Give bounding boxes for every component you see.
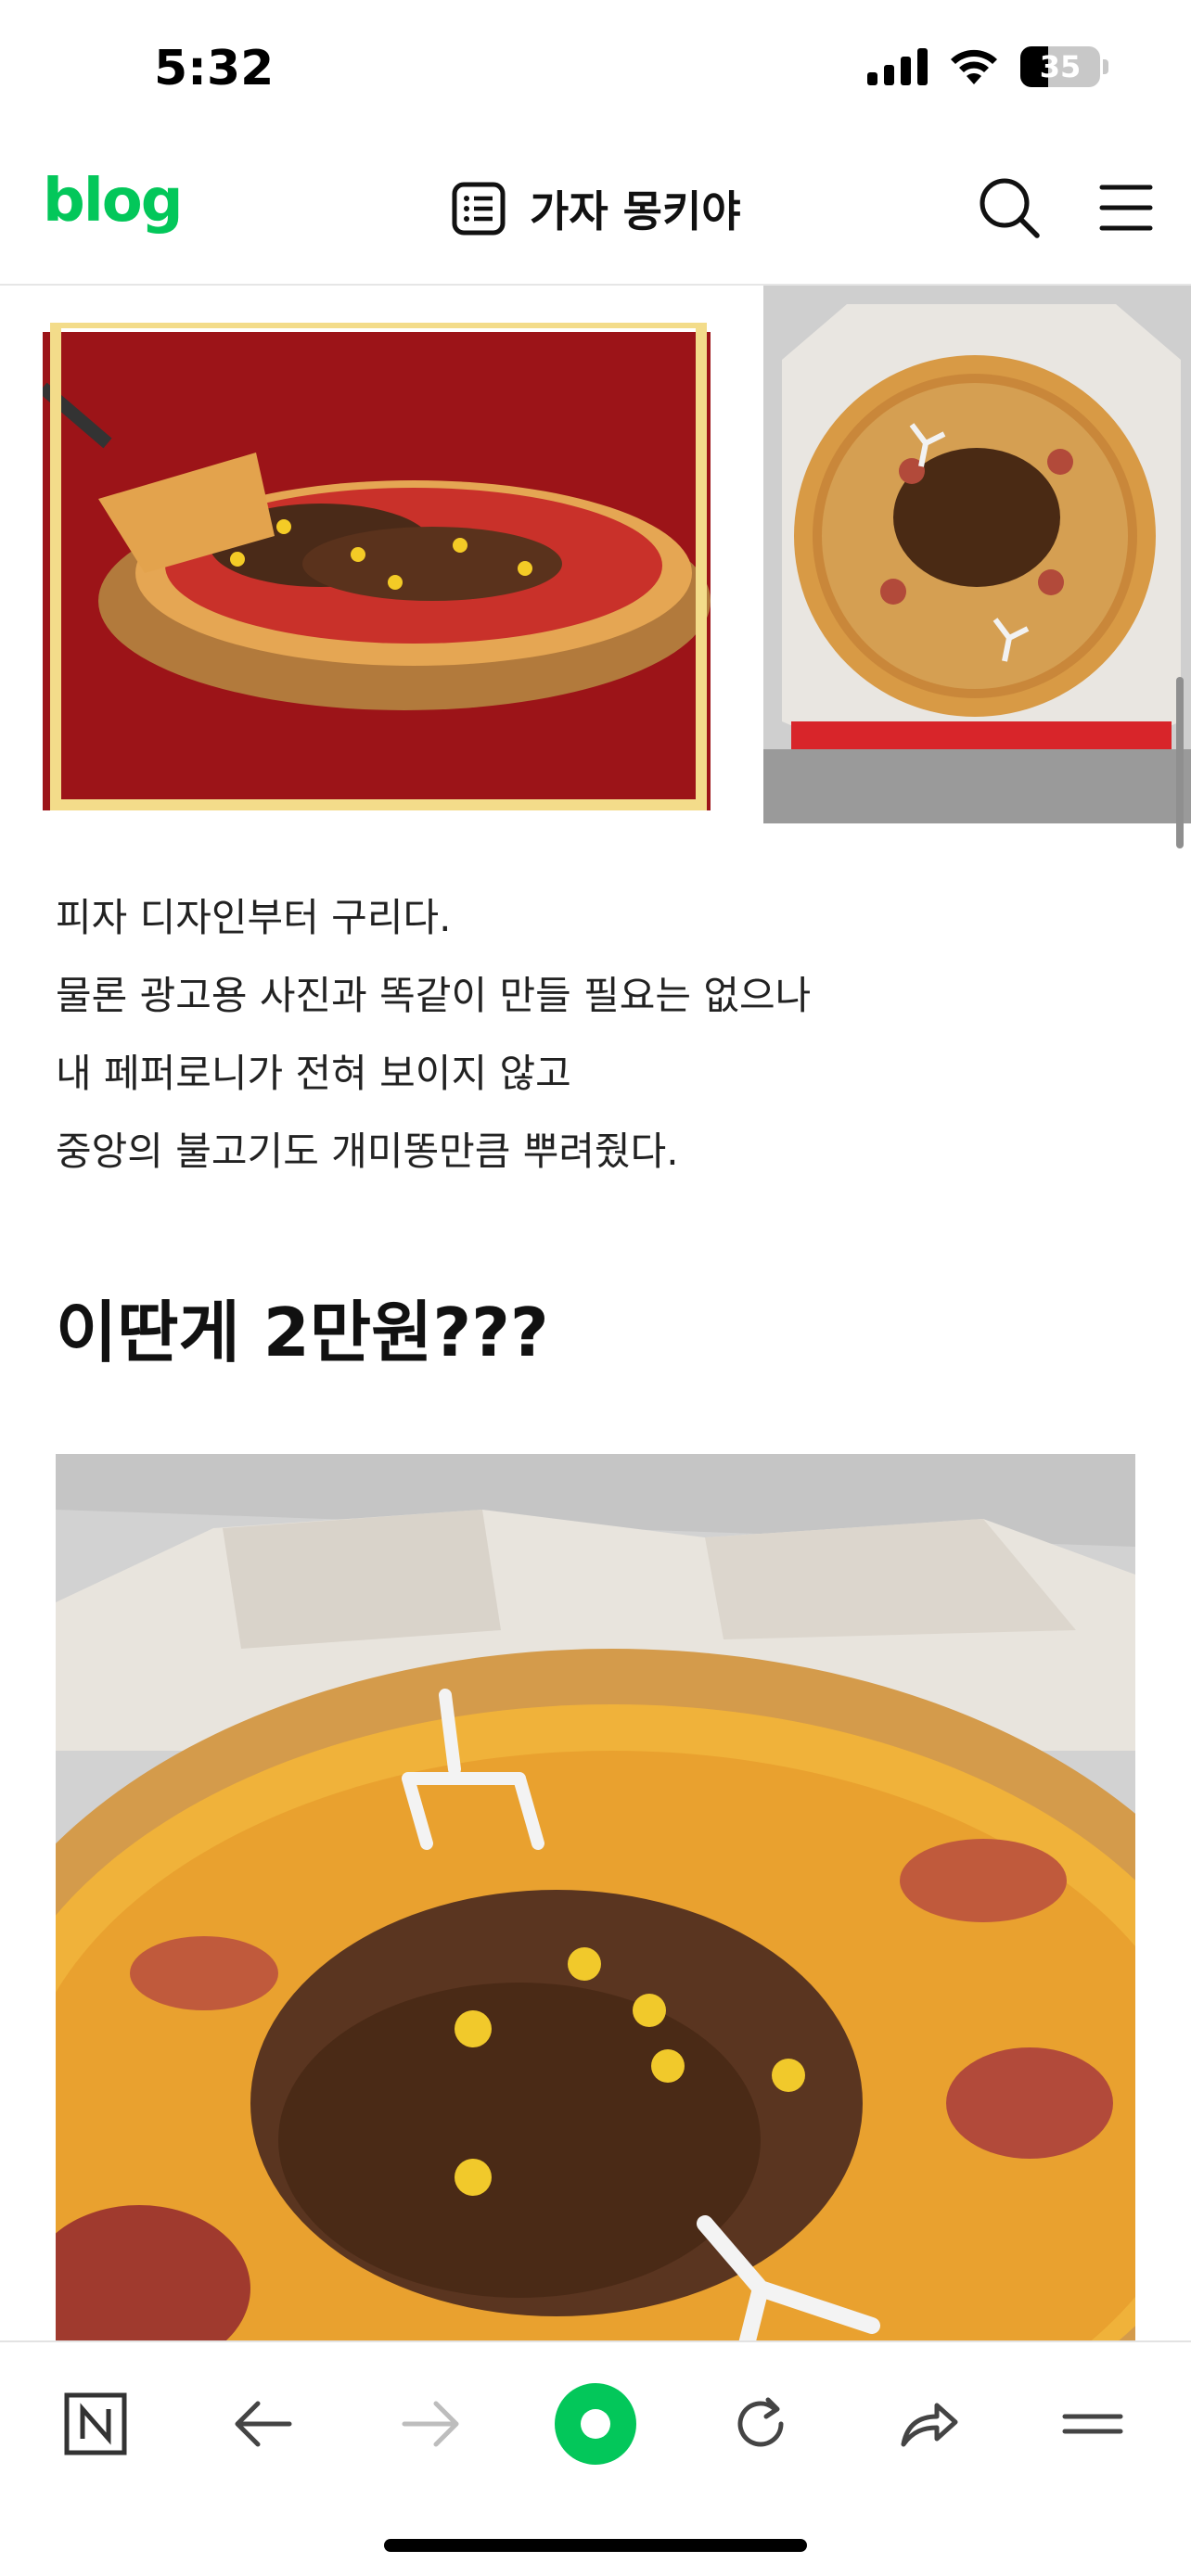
search-icon[interactable]: [976, 174, 1043, 241]
blog-title: 가자 몽키야: [530, 186, 741, 236]
forward-button[interactable]: [386, 2379, 475, 2468]
signal-icon: [867, 48, 928, 85]
blog-logo[interactable]: blog: [43, 167, 184, 236]
home-indicator: [384, 2539, 807, 2552]
more-menu-icon: [1062, 2414, 1123, 2434]
green-dot-button[interactable]: [551, 2379, 640, 2468]
back-button[interactable]: [219, 2379, 308, 2468]
post-headline: 이딴게 2만원???: [56, 1294, 549, 1371]
paragraph-line: 피자 디자인부터 구리다.: [56, 895, 452, 940]
status-bar: 5:32 35: [0, 0, 1191, 139]
blog-title-button[interactable]: 가자 몽키야: [450, 178, 741, 239]
menu-icon[interactable]: [1093, 174, 1159, 241]
wifi-icon: [951, 49, 997, 84]
post-paragraph: 피자 디자인부터 구리다. 물론 광고용 사진과 똑같이 만들 필요는 없으나 …: [56, 879, 811, 1191]
battery-icon: 35: [1020, 46, 1108, 87]
status-time: 5:32: [154, 41, 275, 96]
share-icon: [901, 2403, 958, 2447]
battery-percent: 35: [1039, 49, 1082, 84]
refresh-button[interactable]: [716, 2379, 805, 2468]
status-icons: 35: [867, 46, 1108, 87]
post-content: 피자 디자인부터 구리다. 물론 광고용 사진과 똑같이 만들 필요는 없으나 …: [0, 286, 1191, 2340]
naver-button[interactable]: [51, 2379, 140, 2468]
back-arrow-icon: [235, 2401, 292, 2447]
naver-icon: [64, 2392, 127, 2455]
app-header: blog 가자 몽키야: [0, 139, 1191, 286]
pizza-closeup-photo[interactable]: [56, 1454, 1135, 2340]
ad-pizza-photo[interactable]: [43, 323, 711, 810]
paragraph-line: 중앙의 불고기도 개미똥만큼 뿌려줬다.: [56, 1129, 679, 1174]
paragraph-line: 물론 광고용 사진과 똑같이 만들 필요는 없으나: [56, 973, 812, 1018]
delivered-pizza-photo[interactable]: [763, 286, 1191, 823]
more-menu-button[interactable]: [1048, 2379, 1137, 2468]
scrollbar-thumb[interactable]: [1176, 677, 1184, 848]
green-dot-icon: [555, 2383, 636, 2465]
refresh-icon: [737, 2397, 784, 2447]
paragraph-line: 내 페퍼로니가 전혀 보이지 않고: [56, 1051, 571, 1096]
share-button[interactable]: [883, 2379, 972, 2468]
list-icon: [452, 182, 506, 236]
forward-arrow-icon: [402, 2401, 459, 2447]
